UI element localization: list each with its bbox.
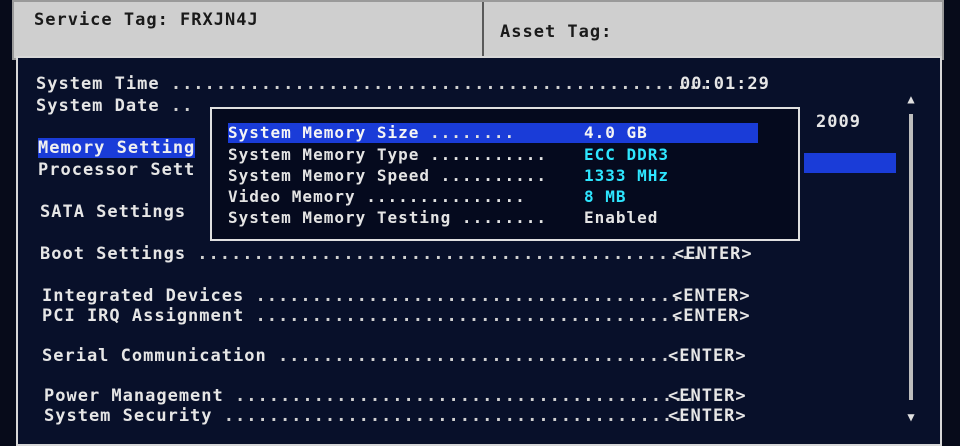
serial-comm-label: Serial Communication xyxy=(42,346,267,366)
video-memory-label: Video Memory xyxy=(228,187,356,206)
memory-speed-dots: .......... xyxy=(430,166,547,185)
popup-row-memory-testing[interactable]: System Memory Testing ........ Enabled xyxy=(228,208,657,228)
integrated-devices-label: Integrated Devices xyxy=(42,286,245,306)
boot-settings-dots: ........................................… xyxy=(186,244,703,264)
system-date-dots: .. xyxy=(159,96,194,116)
menu-item-serial-communication[interactable]: Serial Communication ...................… xyxy=(42,346,746,366)
system-date-label: System Date xyxy=(36,96,160,116)
popup-row-memory-type[interactable]: System Memory Type ........... ECC DDR3 xyxy=(228,145,668,165)
memory-size-dots: ........ xyxy=(419,123,516,142)
popup-row-memory-size[interactable]: System Memory Size ........ 4.0 GB xyxy=(228,123,758,143)
memory-settings-label: Memory Setting xyxy=(38,138,196,158)
integrated-devices-value[interactable]: <ENTER> xyxy=(672,286,751,306)
serial-comm-value[interactable]: <ENTER> xyxy=(668,346,747,366)
system-time-value[interactable]: 00:01:29 xyxy=(680,74,770,94)
power-mgmt-label: Power Management xyxy=(44,386,224,406)
menu-item-memory-settings[interactable]: Memory Setting xyxy=(38,138,196,158)
power-mgmt-value[interactable]: <ENTER> xyxy=(668,386,747,406)
system-time-label: System Time xyxy=(36,74,160,94)
scrollbar-track[interactable] xyxy=(909,114,913,400)
system-security-dots: ........................................… xyxy=(212,406,685,426)
system-time-dots: ........................................… xyxy=(159,74,711,94)
header-bar: Service Tag: FRXJN4J Asset Tag: xyxy=(12,0,944,60)
menu-item-sata-settings[interactable]: SATA Settings xyxy=(40,202,186,222)
menu-item-boot-settings[interactable]: Boot Settings ..........................… xyxy=(40,244,752,264)
memory-size-value: 4.0 GB xyxy=(584,123,648,142)
memory-settings-popup: System Memory Size ........ 4.0 GB Syste… xyxy=(210,107,800,241)
menu-item-system-security[interactable]: System Security ........................… xyxy=(44,406,746,426)
menu-item-integrated-devices[interactable]: Integrated Devices .....................… xyxy=(42,286,750,306)
memory-type-dots: ........... xyxy=(419,145,547,164)
popup-row-memory-speed[interactable]: System Memory Speed .......... 1333 MHz xyxy=(228,166,668,186)
memory-settings-highlight-bar xyxy=(804,153,896,173)
memory-testing-value[interactable]: Enabled xyxy=(584,208,658,227)
video-memory-dots: ............... xyxy=(355,187,526,206)
menu-item-pci-irq-assignment[interactable]: PCI IRQ Assignment .....................… xyxy=(42,306,750,326)
system-date-value[interactable]: 2009 xyxy=(816,112,861,132)
scroll-up-arrow-icon[interactable]: ▲ xyxy=(904,92,918,106)
video-memory-value: 8 MB xyxy=(584,187,627,206)
scrollbar[interactable]: ▲ ▼ xyxy=(904,92,918,424)
processor-settings-label: Processor Sett xyxy=(38,160,196,180)
asset-tag-cell: Asset Tag: xyxy=(484,2,942,58)
system-security-label: System Security xyxy=(44,406,213,426)
memory-testing-dots: ........ xyxy=(451,208,547,227)
system-security-value[interactable]: <ENTER> xyxy=(668,406,747,426)
pci-irq-label: PCI IRQ Assignment xyxy=(42,306,245,326)
integrated-devices-dots: ...................................... xyxy=(244,286,683,306)
memory-speed-label: System Memory Speed xyxy=(228,166,431,185)
scroll-down-arrow-icon[interactable]: ▼ xyxy=(904,410,918,424)
power-mgmt-dots: ........................................… xyxy=(223,386,696,406)
menu-item-processor-settings[interactable]: Processor Sett xyxy=(38,160,195,180)
menu-item-system-date[interactable]: System Date .. xyxy=(36,96,193,116)
sata-settings-label: SATA Settings xyxy=(40,202,187,222)
service-tag-label: Service Tag: FRXJN4J xyxy=(34,10,259,30)
boot-settings-value[interactable]: <ENTER> xyxy=(674,244,753,264)
menu-item-system-time[interactable]: System Time ............................… xyxy=(36,74,769,94)
memory-size-label: System Memory Size xyxy=(228,123,420,142)
memory-testing-label: System Memory Testing xyxy=(228,208,452,227)
boot-settings-label: Boot Settings xyxy=(40,244,187,264)
memory-type-label: System Memory Type xyxy=(228,145,420,164)
pci-irq-value[interactable]: <ENTER> xyxy=(672,306,751,326)
serial-comm-dots: .................................... xyxy=(266,346,683,366)
memory-speed-value: 1333 MHz xyxy=(584,166,670,185)
asset-tag-label: Asset Tag: xyxy=(500,22,613,42)
pci-irq-dots: ...................................... xyxy=(244,306,683,326)
popup-row-video-memory[interactable]: Video Memory ............... 8 MB xyxy=(228,187,626,207)
memory-type-value: ECC DDR3 xyxy=(584,145,670,164)
menu-item-power-management[interactable]: Power Management .......................… xyxy=(44,386,746,406)
service-tag-cell: Service Tag: FRXJN4J xyxy=(14,2,484,58)
